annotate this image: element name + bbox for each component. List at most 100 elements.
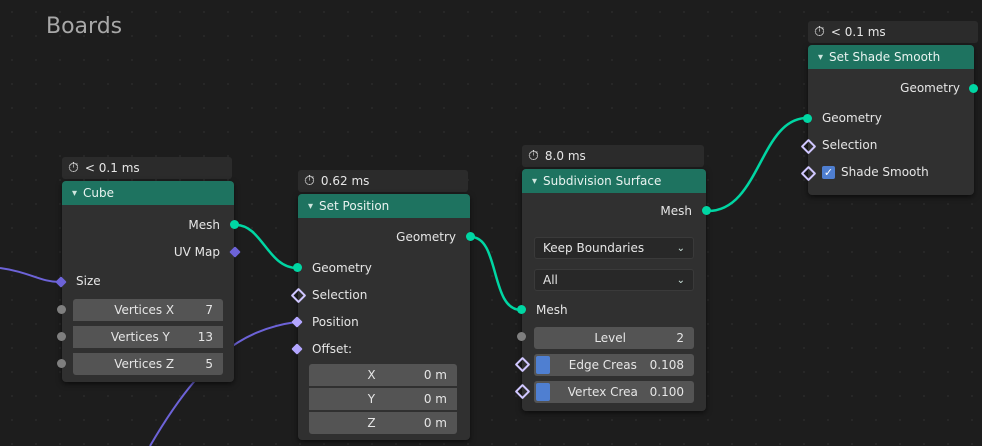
vertices-y-socket[interactable] [57,332,66,341]
vertex-crease-field[interactable]: Vertex Crea 0.100 [534,381,694,403]
setpos-timing: ⏱ 0.62 ms [298,170,468,192]
setpos-input-offset: Offset: [298,337,470,361]
cube-mesh-socket[interactable] [230,220,239,229]
subdiv-timing-value: 8.0 ms [544,149,586,163]
stopwatch-icon: ⏱ [814,24,825,40]
setpos-input-position-label: Position [312,315,359,329]
shade-smooth-title: Set Shade Smooth [829,50,941,64]
subdiv-input-mesh-label: Mesh [536,303,568,317]
subdivision-title: Subdivision Surface [543,174,662,188]
offset-y-value: 0 m [423,392,447,406]
cube-timing-value: < 0.1 ms [84,161,140,175]
vertices-y-value: 13 [197,330,213,344]
shade-input-selection-label: Selection [822,138,878,152]
vertex-crease-label: Vertex Crea [567,385,638,399]
level-field[interactable]: Level 2 [534,327,694,349]
subdiv-output-mesh: Mesh [522,199,706,223]
level-label: Level [594,331,627,345]
vertices-z-value: 5 [205,357,213,371]
link-setpos-to-subdiv [470,235,522,312]
chevron-down-icon: ⌄ [676,242,685,254]
shade-input-geometry-label: Geometry [822,111,882,125]
offset-x-field[interactable]: X 0 m [309,364,457,386]
edge-crease-value: 0.108 [649,358,684,372]
shade-input-selection: Selection [808,133,974,157]
link-subdiv-to-shade [707,116,808,213]
setpos-input-geometry: Geometry [298,256,470,280]
setpos-timing-value: 0.62 ms [320,174,370,188]
cube-output-mesh-label: Mesh [188,218,220,232]
vertices-z-field[interactable]: Vertices Z 5 [73,353,223,375]
vertices-x-label: Vertices X [114,303,175,317]
chevron-down-icon[interactable]: ▾ [818,52,823,63]
cube-timing: ⏱ < 0.1 ms [62,157,232,179]
link-cube-to-setpos [235,223,298,270]
shade-timing-value: < 0.1 ms [830,25,886,39]
cube-output-uvmap: UV Map [62,240,234,264]
chevron-down-icon: ⌄ [676,274,685,286]
subdiv-mesh-socket[interactable] [517,305,526,314]
cube-input-size: Size [62,269,234,293]
link-size-input [0,267,61,283]
level-value: 2 [676,331,684,345]
cube-output-mesh: Mesh [62,213,234,237]
setpos-input-geometry-label: Geometry [312,261,372,275]
subdivision-surface-node[interactable]: ▾ Subdivision Surface Mesh Keep Boundari… [522,169,706,411]
cube-node-title: Cube [83,186,115,200]
offset-x-label: X [367,368,376,382]
setpos-output-geometry-label: Geometry [396,230,456,244]
vertices-x-field[interactable]: Vertices X 7 [73,299,223,321]
offset-z-field[interactable]: Z 0 m [309,412,457,434]
setpos-input-selection: Selection [298,283,470,307]
setpos-input-selection-label: Selection [312,288,368,302]
setpos-output-geometry: Geometry [298,225,470,249]
boundary-mode-dropdown[interactable]: Keep Boundaries ⌄ [534,237,694,259]
setpos-input-offset-label: Offset: [312,342,353,356]
boundary-mode-value: Keep Boundaries [543,241,645,255]
offset-y-field[interactable]: Y 0 m [309,388,457,410]
offset-x-value: 0 m [423,368,447,382]
shade-smooth-label: Shade Smooth [841,165,929,179]
shade-smooth-header[interactable]: ▾ Set Shade Smooth [808,45,974,69]
vertices-z-socket[interactable] [57,359,66,368]
set-position-title: Set Position [319,199,390,213]
cube-output-uvmap-label: UV Map [173,245,220,259]
offset-z-label: Z [367,416,376,430]
stopwatch-icon: ⏱ [304,173,315,189]
uv-smooth-dropdown[interactable]: All ⌄ [534,269,694,291]
shade-geometry-socket[interactable] [803,114,812,123]
chevron-down-icon[interactable]: ▾ [532,176,537,187]
chevron-down-icon[interactable]: ▾ [72,188,77,199]
chevron-down-icon[interactable]: ▾ [308,201,313,212]
cube-node-header[interactable]: ▾ Cube [62,181,234,205]
subdiv-timing: ⏱ 8.0 ms [522,145,704,167]
vertices-x-value: 7 [205,303,213,317]
edge-crease-field[interactable]: Edge Creas 0.108 [534,354,694,376]
cube-node[interactable]: ▾ Cube Mesh UV Map Size Vertices X 7 Ver… [62,181,234,382]
shade-output-geometry-label: Geometry [900,81,960,95]
setpos-output-socket[interactable] [466,232,475,241]
subdiv-output-socket[interactable] [702,206,711,215]
level-socket[interactable] [517,332,526,341]
stopwatch-icon: ⏱ [528,148,539,164]
cube-input-size-label: Size [76,274,101,288]
vertex-crease-value: 0.100 [649,385,684,399]
vertices-x-socket[interactable] [57,305,66,314]
shade-smooth-toggle[interactable]: ✓ Shade Smooth [808,160,974,184]
stopwatch-icon: ⏱ [68,160,79,176]
setpos-geometry-socket[interactable] [293,263,302,272]
subdivision-header[interactable]: ▾ Subdivision Surface [522,169,706,193]
checkmark-icon[interactable]: ✓ [822,165,835,179]
frame-title: Boards [46,14,123,39]
uv-smooth-value: All [543,273,558,287]
set-position-header[interactable]: ▾ Set Position [298,194,470,218]
offset-z-value: 0 m [423,416,447,430]
shade-output-geometry: Geometry [808,76,974,100]
vertices-y-field[interactable]: Vertices Y 13 [73,326,223,348]
vertices-z-label: Vertices Z [114,357,175,371]
shade-output-socket[interactable] [969,84,978,93]
edge-crease-label: Edge Creas [568,358,637,372]
set-shade-smooth-node[interactable]: ▾ Set Shade Smooth Geometry Geometry Sel… [808,45,974,195]
vertices-y-label: Vertices Y [110,330,170,344]
set-position-node[interactable]: ▾ Set Position Geometry Geometry Selecti… [298,194,470,440]
